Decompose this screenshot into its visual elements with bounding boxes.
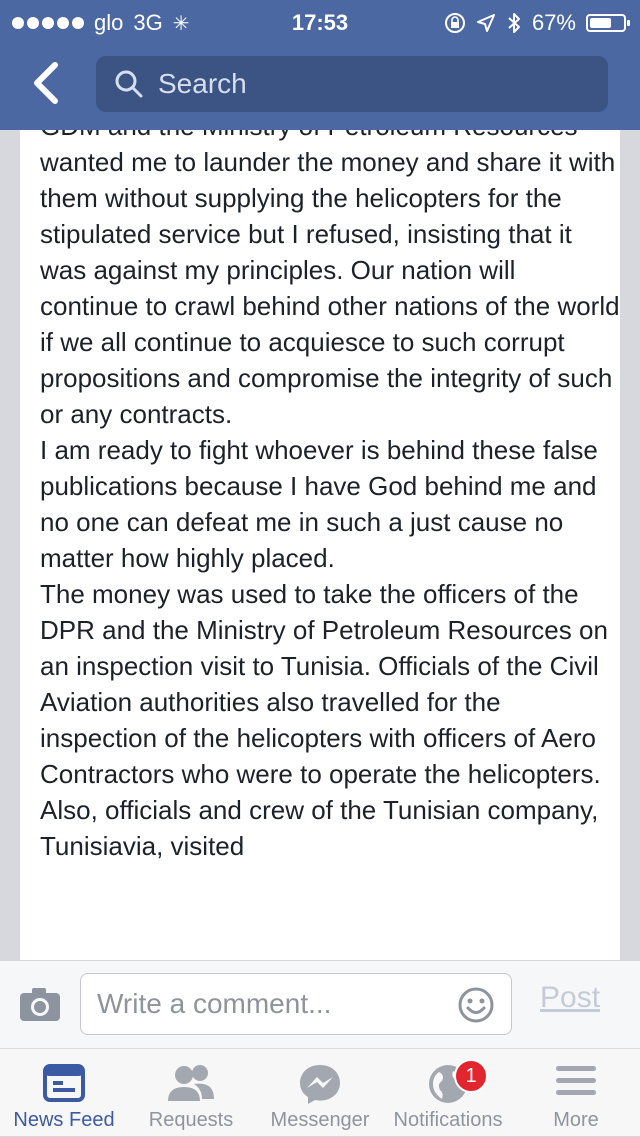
bluetooth-icon — [508, 13, 520, 33]
menu-icon — [556, 1066, 596, 1095]
article-paragraph-1: GDM and the Ministry of Petroleum Resour… — [40, 130, 620, 429]
location-arrow-icon — [476, 14, 495, 32]
rotation-lock-icon — [444, 13, 465, 33]
tab-messenger-label: Messenger — [270, 1109, 370, 1131]
tab-messenger[interactable]: Messenger — [256, 1059, 384, 1137]
search-icon — [115, 70, 143, 98]
status-bar: glo 3G ✳ 17:53 67% — [0, 6, 640, 40]
tab-requests-label: Requests — [148, 1109, 234, 1131]
emoji-smile-icon[interactable] — [457, 986, 495, 1024]
tab-more[interactable]: More — [512, 1059, 640, 1137]
friends-icon — [168, 1065, 214, 1101]
battery-percent: 67% — [531, 10, 576, 35]
comment-placeholder: Write a comment... — [97, 988, 332, 1019]
tab-news-feed[interactable]: News Feed — [0, 1059, 128, 1137]
article-paragraph-2: I am ready to fight whoever is behind th… — [40, 435, 598, 573]
news-feed-icon — [43, 1064, 85, 1102]
post-content[interactable]: GDM and the Ministry of Petroleum Resour… — [20, 130, 620, 960]
search-bar[interactable]: Search — [96, 56, 608, 112]
tab-news-feed-label: News Feed — [13, 1109, 115, 1131]
tab-notifications-label: Notifications — [393, 1109, 503, 1131]
camera-button[interactable] — [18, 985, 62, 1023]
battery-icon — [586, 14, 630, 32]
tab-notifications[interactable]: 1 Notifications — [384, 1059, 512, 1137]
chevron-left-icon — [34, 62, 58, 104]
tab-more-label: More — [553, 1109, 599, 1131]
tab-bar: News Feed Requests Messenger 1 Notificat… — [0, 1048, 640, 1136]
tab-requests[interactable]: Requests — [127, 1059, 255, 1137]
back-button[interactable] — [20, 58, 70, 108]
post-button[interactable]: Post — [540, 981, 600, 1015]
comment-bar: Write a comment... Post — [0, 960, 640, 1048]
article-text: GDM and the Ministry of Petroleum Resour… — [40, 130, 620, 864]
top-bar: glo 3G ✳ 17:53 67% Search — [0, 0, 640, 130]
comment-input[interactable]: Write a comment... — [80, 973, 512, 1035]
article-paragraph-3: The money was used to take the officers … — [40, 579, 608, 861]
camera-icon — [20, 988, 60, 1021]
status-right: 67% — [444, 10, 630, 36]
search-placeholder: Search — [158, 68, 247, 99]
messenger-icon — [300, 1065, 340, 1104]
notifications-badge: 1 — [454, 1059, 488, 1093]
